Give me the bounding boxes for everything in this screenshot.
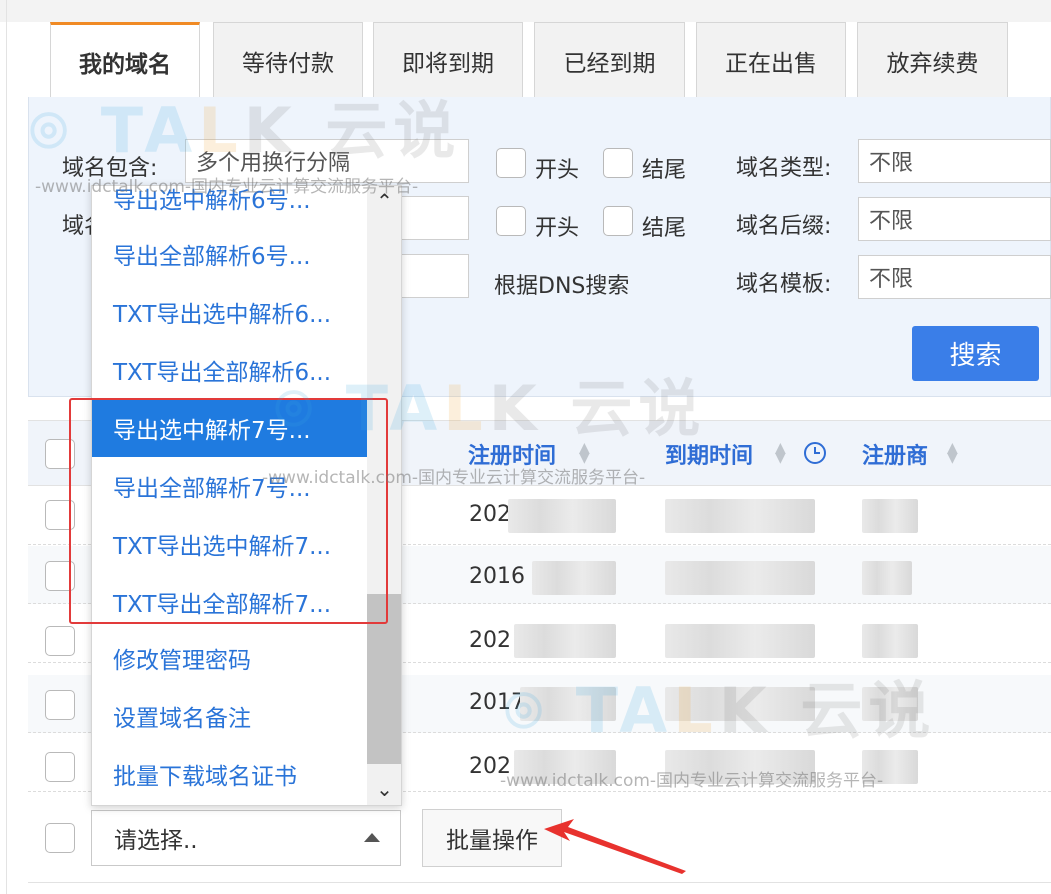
blurred-registrar [862, 624, 918, 658]
tab-expiring-soon[interactable]: 即将到期 [373, 22, 523, 98]
blurred-registrar [862, 561, 912, 595]
option-export-selected-dns-6[interactable]: 导出选中解析6号... [92, 186, 367, 227]
top-bar [0, 0, 1051, 22]
blurred-expiration [665, 687, 815, 721]
domain-template-label: 域名模板: [736, 272, 832, 297]
select-all-checkbox[interactable] [45, 439, 75, 469]
sort-icon[interactable]: ▲ ▼ [947, 441, 958, 465]
blurred-expiration [665, 561, 815, 595]
blurred-registration [514, 624, 616, 658]
row-checkbox[interactable] [45, 690, 75, 720]
caret-up-icon [364, 833, 380, 842]
blurred-registration [532, 561, 616, 595]
starts-with-checkbox-1[interactable] [496, 148, 526, 178]
sort-icon[interactable]: ▲ ▼ [579, 441, 590, 465]
red-arrow-icon [544, 819, 686, 874]
domain-template-select[interactable]: 不限 [858, 255, 1051, 299]
option-export-selected-dns-7[interactable]: 导出选中解析7号... [92, 399, 367, 457]
domain-suffix-select[interactable]: 不限 [858, 197, 1051, 241]
clock-refresh-icon[interactable] [802, 440, 828, 466]
tab-my-domains[interactable]: 我的域名 [50, 22, 200, 98]
blurred-expiration [665, 499, 815, 533]
registration-date: 2016 [469, 564, 525, 589]
blurred-registration [520, 687, 616, 721]
column-header-registrar[interactable]: 注册商 [862, 438, 928, 470]
tab-on-sale[interactable]: 正在出售 [696, 22, 846, 98]
ends-with-label-1: 结尾 [642, 158, 687, 183]
batch-action-dropdown: 导出选中解析6号... 导出全部解析6号... TXT导出选中解析6... TX… [91, 185, 402, 806]
blurred-registrar [862, 499, 918, 533]
blurred-registration [514, 750, 616, 784]
blurred-registrar [862, 687, 918, 721]
domain-type-label: 域名类型: [736, 156, 832, 181]
tab-expired[interactable]: 已经到期 [534, 22, 685, 98]
batch-action-select[interactable]: 请选择.. [91, 810, 401, 866]
left-border [6, 0, 7, 894]
row-checkbox[interactable] [45, 561, 75, 591]
registration-date: 202 [469, 502, 511, 527]
domain-second-input[interactable] [400, 196, 469, 240]
scroll-down-icon[interactable]: ⌄ [367, 774, 401, 804]
option-set-domain-note[interactable]: 设置域名备注 [92, 687, 367, 745]
starts-with-checkbox-2[interactable] [496, 206, 526, 236]
option-txt-export-all-dns-6[interactable]: TXT导出全部解析6... [92, 341, 367, 399]
footer-divider [28, 882, 1051, 883]
domain-suffix-label: 域名后缀: [736, 214, 832, 239]
domain-contains-label: 域名包含: [62, 156, 158, 181]
tab-pending-payment[interactable]: 等待付款 [213, 22, 363, 98]
tab-abandoned-renewal[interactable]: 放弃续费 [857, 22, 1008, 98]
column-header-expiration-time[interactable]: 到期时间 [665, 438, 753, 470]
option-txt-export-all-dns-7[interactable]: TXT导出全部解析7... [92, 573, 367, 631]
row-checkbox[interactable] [45, 626, 75, 656]
row-checkbox[interactable] [45, 752, 75, 782]
domain-contains-input[interactable]: 多个用换行分隔 [185, 139, 469, 183]
blurred-registrar [862, 750, 918, 784]
option-txt-export-selected-dns-7[interactable]: TXT导出选中解析7... [92, 515, 367, 573]
batch-action-select-value: 请选择.. [114, 828, 198, 854]
starts-with-label-1: 开头 [535, 158, 580, 183]
dropdown-scroll-thumb[interactable] [367, 594, 401, 764]
blurred-expiration [665, 750, 815, 784]
option-export-all-dns-6[interactable]: 导出全部解析6号... [92, 225, 367, 283]
option-change-admin-password[interactable]: 修改管理密码 [92, 629, 367, 687]
scroll-up-icon[interactable]: ⌃ [367, 186, 401, 216]
row-checkbox[interactable] [45, 500, 75, 530]
registration-date: 2017 [469, 690, 525, 715]
domain-type-select[interactable]: 不限 [858, 139, 1051, 183]
domain-third-input[interactable] [400, 254, 469, 298]
option-export-all-dns-7[interactable]: 导出全部解析7号... [92, 457, 367, 515]
ends-with-checkbox-2[interactable] [603, 206, 633, 236]
search-button[interactable]: 搜索 [912, 326, 1039, 381]
sort-icon[interactable]: ▲ ▼ [775, 441, 786, 465]
ends-with-checkbox-1[interactable] [603, 148, 633, 178]
registration-date: 202 [469, 754, 511, 779]
blurred-registration [508, 499, 616, 533]
blurred-expiration [665, 624, 815, 658]
option-txt-export-selected-dns-6[interactable]: TXT导出选中解析6... [92, 283, 367, 341]
dns-search-label: 根据DNS搜索 [494, 274, 630, 299]
option-batch-download-certificates[interactable]: 批量下载域名证书 [92, 745, 367, 803]
registration-date: 202 [469, 628, 511, 653]
ends-with-label-2: 结尾 [642, 216, 687, 241]
column-header-registration-time[interactable]: 注册时间 [468, 438, 556, 470]
footer-select-all-checkbox[interactable] [45, 823, 75, 853]
starts-with-label-2: 开头 [535, 216, 580, 241]
